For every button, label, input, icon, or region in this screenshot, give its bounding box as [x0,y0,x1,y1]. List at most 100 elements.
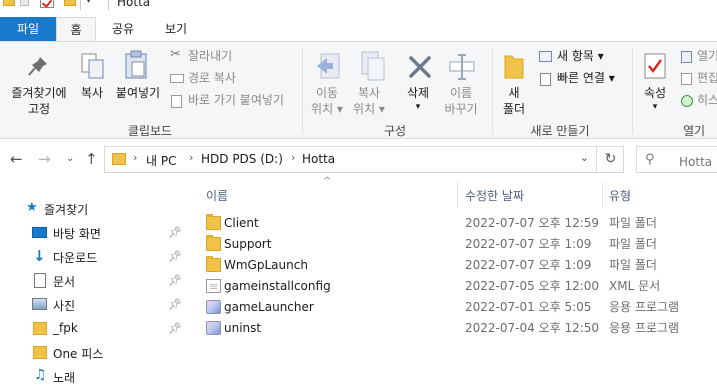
chevron-right-icon[interactable]: › [189,151,193,164]
download-icon: ↓ [33,247,46,265]
new-folder-label-line2: 폴더 [502,102,526,116]
file-date: 2022-07-07 오후 1:09 [465,237,592,251]
nav-item-music[interactable]: ♫ 노래 [0,365,186,385]
nav-item-desktop[interactable]: 바탕 화면 📌︎ [0,221,186,245]
up-icon[interactable]: ↑ [85,150,98,168]
nav-item-documents[interactable]: 문서 📌︎ [0,269,186,293]
refresh-icon[interactable]: ↻ [596,147,624,172]
nav-item-one-piece[interactable]: One 피스 [0,341,186,365]
breadcrumb-hotta[interactable]: Hotta [302,152,335,166]
recent-locations-icon[interactable]: ⌄ [66,153,74,164]
back-icon[interactable]: ← [10,150,23,168]
copy-path-icon [170,74,184,83]
xml-file-icon [206,279,221,293]
new-folder-quick-icon[interactable] [64,0,76,6]
title-divider [108,0,109,10]
pin-icon [28,57,47,76]
folder-icon [206,214,221,230]
column-header-date[interactable]: 수정한 날짜 [465,184,605,208]
tab-view[interactable]: 보기 [150,17,202,41]
chevron-right-icon[interactable]: › [133,151,137,164]
folder-icon [206,235,221,251]
copy-path-label: 경로 복사 [188,71,236,85]
table-row[interactable]: uninst 2022-07-04 오후 12:50 응용 프로그램 [196,318,717,339]
pin-label-line2: 고정 [27,102,51,116]
file-type: XML 문서 [609,279,661,293]
move-to-label-line1: 이동 [315,86,339,100]
easy-access-label: 빠른 연결 ▾ [557,71,615,85]
group-separator [492,48,493,134]
chevron-right-icon[interactable]: › [291,151,295,164]
pin-icon[interactable]: 📌︎ [168,322,182,335]
quick-access-icon[interactable] [20,0,29,6]
pin-icon[interactable]: 📌︎ [168,250,182,263]
easy-access-icon [540,73,551,86]
customize-qat-icon[interactable]: ▾ [86,0,91,6]
chevron-down-icon[interactable]: ⌄ [580,151,589,164]
column-header-type[interactable]: 유형 [609,184,709,208]
ribbon-tabs: 파일 홈 공유 보기 [0,17,717,41]
edit-label: 편집 [697,71,717,85]
rename-icon [449,54,475,80]
table-row[interactable]: gameinstallconfig 2022-07-05 오후 12:00 XM… [196,276,717,297]
new-folder-icon [504,55,524,79]
music-icon: ♫ [34,367,47,383]
column-divider[interactable] [457,182,458,208]
delete-icon [409,56,431,78]
file-date: 2022-07-07 오후 12:59 [465,216,600,230]
column-divider[interactable] [602,182,603,208]
nav-item-quick-access[interactable]: ★ 즐겨찾기 [0,197,186,221]
pin-icon[interactable]: 📌︎ [168,298,182,311]
search-input[interactable]: ⚲ Hotta 검 [636,146,717,173]
file-name: Support [224,237,272,251]
file-name: WmGpLaunch [224,258,308,272]
nav-label: 다운로드 [53,251,98,265]
file-type: 응용 프로그램 [609,321,680,335]
delete-dropdown-icon[interactable]: ▾ [400,99,436,115]
group-label-organize: 구성 [383,124,407,138]
group-label-clipboard: 클립보드 [127,124,173,138]
tab-file[interactable]: 파일 [0,17,56,41]
table-row[interactable]: Client 2022-07-07 오후 12:59 파일 폴더 [196,213,717,234]
nav-label: One 피스 [53,347,104,361]
file-date: 2022-07-07 오후 1:09 [465,258,592,272]
group-label-open: 열기 [682,124,706,138]
table-row[interactable]: Support 2022-07-07 오후 1:09 파일 폴더 [196,234,717,255]
tab-share[interactable]: 공유 [100,17,146,41]
group-separator [302,48,303,134]
file-date: 2022-07-01 오후 5:05 [465,300,592,314]
document-icon [34,273,46,288]
breadcrumb-drive[interactable]: HDD PDS (D:) [201,152,283,166]
move-to-label-line2: 위치 ▾ [311,102,343,116]
copy-to-label-line2: 위치 ▾ [353,102,385,116]
picture-icon [32,298,47,310]
forward-icon[interactable]: → [38,150,51,168]
application-icon [206,300,221,314]
copy-icon [81,53,104,79]
ribbon: 즐겨찾기에 고정 복사 붙여넣기 ✂ 잘라내기 경로 복사 바로 가기 붙여넣기… [0,41,717,139]
file-name: gameinstallconfig [224,279,331,293]
desktop-icon [32,227,47,238]
properties-dropdown-icon[interactable]: ▾ [636,99,674,115]
cut-label: 잘라내기 [188,49,233,63]
search-icon: ⚲ [645,152,655,167]
folder-icon [33,322,47,335]
address-bar[interactable]: › 내 PC › HDD PDS (D:) › Hotta ⌄ ↻ [104,146,624,173]
group-separator [632,48,633,134]
column-header-name[interactable]: 이름 [206,184,456,208]
nav-item-downloads[interactable]: ↓ 다운로드 📌︎ [0,245,186,269]
group-label-new: 새로 만들기 [530,124,590,138]
breadcrumb-this-pc[interactable]: 내 PC [146,152,176,169]
rename-label-line2: 바꾸기 [444,102,478,116]
file-type: 파일 폴더 [609,258,657,272]
rename-label-line1: 이름 [449,86,473,100]
tab-home[interactable]: 홈 [56,17,96,41]
nav-item-fpk[interactable]: _fpk 📌︎ [0,317,186,341]
file-date: 2022-07-05 오후 12:00 [465,279,600,293]
table-row[interactable]: WmGpLaunch 2022-07-07 오후 1:09 파일 폴더 [196,255,717,276]
table-row[interactable]: gameLauncher 2022-07-01 오후 5:05 응용 프로그램 [196,297,717,318]
nav-item-pictures[interactable]: 사진 📌︎ [0,293,186,317]
properties-check-icon[interactable] [40,0,54,8]
pin-icon[interactable]: 📌︎ [168,274,182,287]
pin-icon[interactable]: 📌︎ [168,226,182,239]
